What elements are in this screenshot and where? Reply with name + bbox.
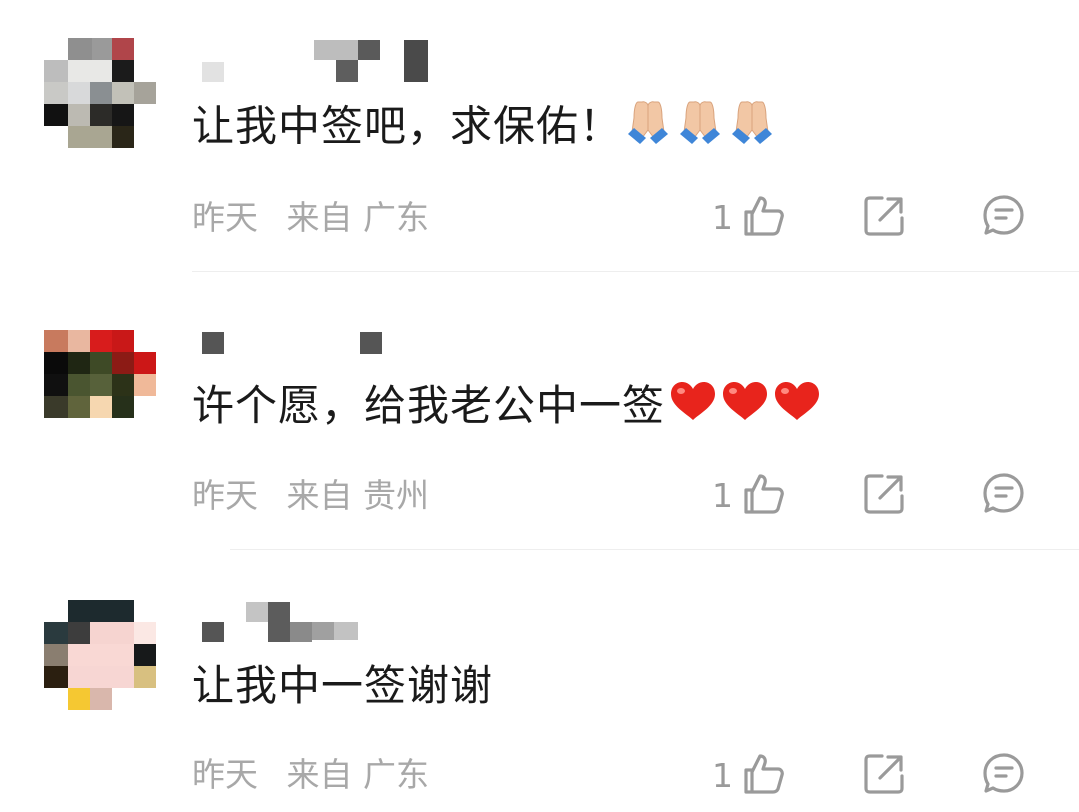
comment-text: 让我中一签谢谢 — [192, 656, 493, 716]
comment-text-content: 让我中一签谢谢 — [192, 661, 494, 710]
comment-icon[interactable] — [982, 752, 1026, 796]
thumbs-up-icon[interactable] — [742, 472, 786, 516]
comment-actions: 1 — [0, 194, 1079, 244]
share-icon[interactable] — [862, 194, 906, 238]
divider — [230, 549, 1079, 550]
comment-text: 许个愿，给我老公中一签 — [192, 376, 823, 440]
avatar[interactable] — [44, 330, 161, 420]
like-count: 1 — [712, 198, 733, 237]
pray-icon — [624, 96, 780, 162]
comment-text-content: 让我中签吧，求保佑！ — [192, 101, 623, 151]
avatar[interactable] — [44, 38, 161, 148]
thumbs-up-icon[interactable] — [742, 752, 786, 796]
comment-text: 让我中签吧，求保佑！ — [192, 96, 780, 162]
comment-icon[interactable] — [982, 472, 1026, 516]
comment-text-content: 许个愿，给我老公中一签 — [192, 381, 666, 430]
divider — [192, 271, 1079, 272]
like-count: 1 — [712, 756, 733, 795]
comment-actions: 1 — [0, 752, 1079, 802]
avatar[interactable] — [44, 600, 161, 710]
share-icon[interactable] — [862, 472, 906, 516]
heart-icon — [667, 378, 823, 440]
comment-icon[interactable] — [982, 194, 1026, 238]
share-icon[interactable] — [862, 752, 906, 796]
thumbs-up-icon[interactable] — [742, 194, 786, 238]
like-count: 1 — [712, 476, 733, 515]
comment-actions: 1 — [0, 472, 1079, 522]
